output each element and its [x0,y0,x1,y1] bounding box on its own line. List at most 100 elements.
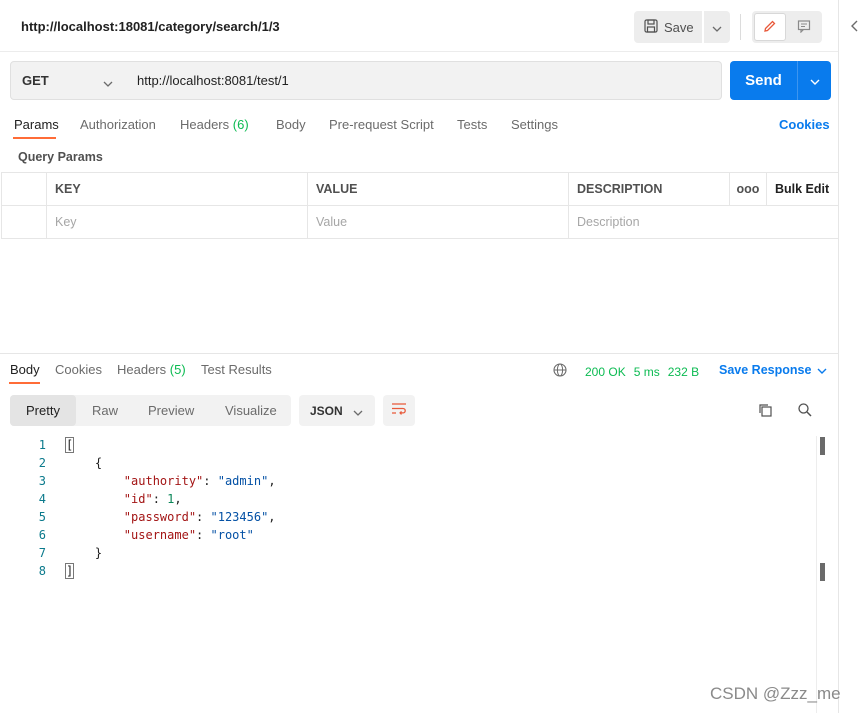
key-input[interactable]: Key [46,205,308,239]
line-number: 1 [38,438,46,452]
request-header: http://localhost:18081/category/search/1… [0,0,838,52]
headers-count-badge: (6) [232,117,249,132]
more-options-button[interactable]: ooo [729,172,767,206]
line-number: 8 [38,564,46,578]
line-number: 3 [38,474,46,488]
key-column-header: KEY [46,172,308,206]
wrap-lines-button[interactable] [383,395,415,426]
response-tab-headers-label: Headers [117,362,167,377]
line-number: 7 [38,546,46,560]
format-label: JSON [310,403,343,418]
response-headers-count-badge: (5) [169,362,186,377]
line-number: 6 [38,528,46,542]
format-select[interactable]: JSON [299,395,375,426]
line-number: 4 [38,492,46,506]
tab-pre-request-script[interactable]: Pre-request Script [329,117,434,132]
json-brace: { [94,456,103,470]
json-key: "username" [123,528,197,542]
tab-body[interactable]: Body [276,117,306,132]
wrap-lines-icon [391,402,407,419]
url-input[interactable] [125,61,722,100]
view-preview-button[interactable]: Preview [148,395,194,426]
cookies-link[interactable]: Cookies [779,117,830,132]
description-column-header: DESCRIPTION [568,172,730,206]
chevron-down-icon [712,20,722,35]
json-key: "authority" [123,474,204,488]
value-input[interactable]: Value [307,205,569,239]
save-button[interactable]: Save [634,11,702,43]
pane-divider[interactable] [0,353,838,354]
view-raw-button[interactable]: Raw [92,395,118,426]
save-icon [644,18,658,36]
globe-icon[interactable] [553,363,567,380]
comment-icon [797,19,811,36]
search-icon[interactable] [797,402,813,421]
query-params-table: KEY VALUE DESCRIPTION ooo Bulk Edit Key … [1,172,839,239]
editor-scrollbar-track[interactable] [816,436,817,713]
code-line: 2 { [0,454,816,472]
description-input[interactable]: Description [568,205,839,239]
row-checkbox-cell [1,205,47,239]
save-options-button[interactable] [704,11,730,43]
response-body-editor[interactable]: 1 [ 2 { 3 "authority": "admin", 4 "id": … [0,436,816,580]
response-tab-body[interactable]: Body [10,362,40,377]
scrollbar-marker[interactable] [820,437,825,455]
response-tab-test-results[interactable]: Test Results [201,362,272,377]
response-time[interactable]: 5 ms [634,365,660,379]
response-tab-headers[interactable]: Headers (5) [117,362,186,377]
json-value: "admin" [217,474,269,488]
response-status: 200 OK 5 ms 232 B [553,363,699,380]
toolbar-divider [740,14,741,40]
chevron-down-icon [353,405,363,419]
json-brace: } [94,546,103,560]
view-visualize-button[interactable]: Visualize [225,395,277,426]
request-tabs: Params Authorization Headers (6) Body Pr… [0,111,838,141]
json-value: "root" [210,528,254,542]
request-title[interactable]: http://localhost:18081/category/search/1… [21,19,280,34]
table-row: Key Value Description [1,205,839,239]
active-tab-indicator [13,137,56,139]
tab-authorization[interactable]: Authorization [80,117,156,132]
tab-settings[interactable]: Settings [511,117,558,132]
send-group: Send [730,61,831,100]
code-line: 1 [ [0,436,816,454]
copy-icon[interactable] [757,402,773,421]
query-params-heading: Query Params [18,150,103,164]
checkbox-column-header [1,172,47,206]
comments-button[interactable] [788,13,820,41]
code-line: 6 "username": "root" [0,526,816,544]
json-key: "id" [123,492,153,506]
scrollbar-marker[interactable] [820,563,825,581]
status-code[interactable]: 200 OK [585,365,626,379]
response-size[interactable]: 232 B [668,365,699,379]
code-line: 4 "id": 1, [0,490,816,508]
code-line: 8 ] [0,562,816,580]
edit-mode-button[interactable] [754,13,786,41]
pencil-icon [763,19,777,36]
tab-params[interactable]: Params [14,117,59,132]
code-line: 5 "password": "123456", [0,508,816,526]
save-group: Save [634,11,730,43]
value-column-header: VALUE [307,172,569,206]
chevron-down-icon [817,363,827,377]
tab-headers[interactable]: Headers (6) [180,117,249,132]
method-select[interactable]: GET [10,61,126,100]
save-response-button[interactable]: Save Response [719,363,827,377]
save-response-label: Save Response [719,363,812,377]
chevron-down-icon [103,75,113,90]
chevron-down-icon [810,73,820,88]
mode-toggle [752,11,822,43]
bulk-edit-button[interactable]: Bulk Edit [766,172,839,206]
json-bracket: ] [64,563,75,579]
panel-divider [838,0,839,713]
tab-tests[interactable]: Tests [457,117,487,132]
method-label: GET [22,73,49,88]
view-pretty-button[interactable]: Pretty [10,395,76,426]
table-header-row: KEY VALUE DESCRIPTION ooo Bulk Edit [1,172,839,206]
json-key: "password" [123,510,197,524]
send-button[interactable]: Send [730,61,797,100]
send-options-button[interactable] [797,61,831,100]
chevron-left-icon[interactable] [850,20,858,35]
response-tab-cookies[interactable]: Cookies [55,362,102,377]
line-number: 2 [38,456,46,470]
